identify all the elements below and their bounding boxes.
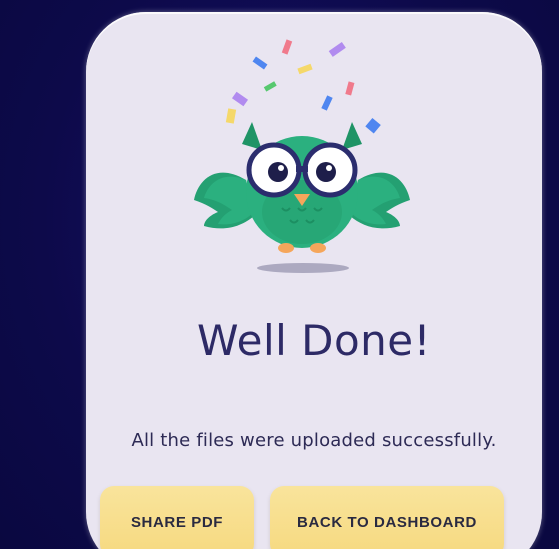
back-to-dashboard-button[interactable]: BACK TO DASHBOARD	[270, 486, 504, 549]
screen: Well Done! All the files were uploaded s…	[0, 0, 559, 549]
owl-shadow	[257, 263, 349, 273]
success-dialog: Well Done! All the files were uploaded s…	[86, 12, 542, 549]
dialog-title: Well Done!	[197, 316, 431, 365]
share-pdf-button[interactable]: SHARE PDF	[100, 486, 254, 549]
owl-illustration	[194, 39, 410, 273]
confetti	[225, 39, 381, 134]
owl-icon	[194, 122, 410, 253]
dialog-message: All the files were uploaded successfully…	[131, 430, 497, 451]
